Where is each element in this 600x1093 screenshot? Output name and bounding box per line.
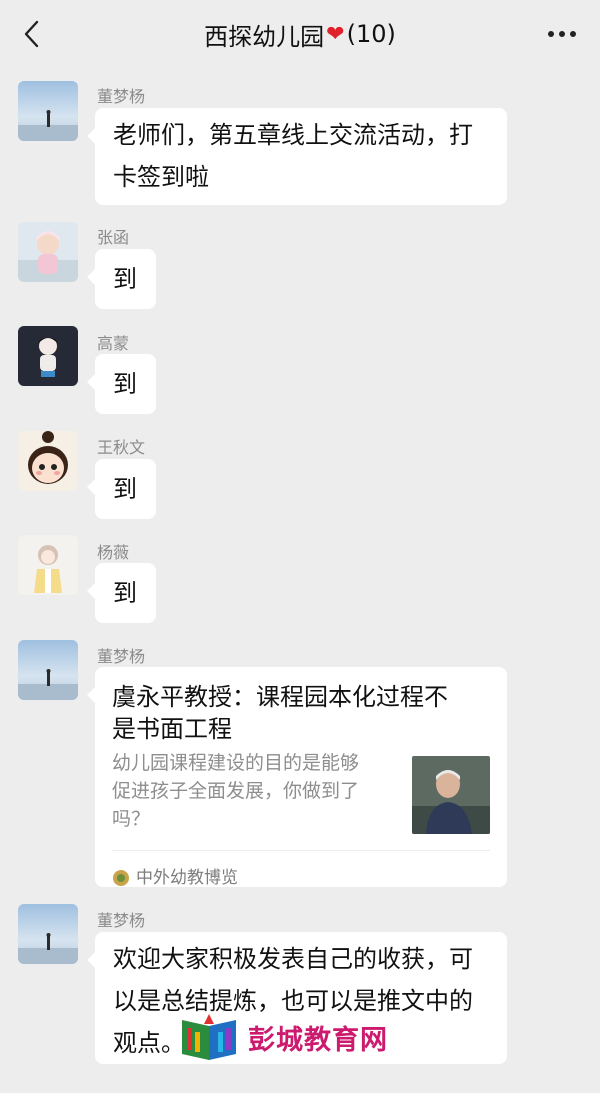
group-name: 西探幼儿园 — [204, 22, 325, 51]
message-text-line: 老师们，第五章线上交流活动，打 — [113, 121, 473, 149]
watermark-text: 彭城教育网 — [248, 1024, 388, 1056]
back-button[interactable] — [16, 18, 46, 50]
avatar[interactable] — [18, 640, 78, 700]
sender-name: 董梦杨 — [97, 647, 146, 666]
article-title: 是书面工程 — [112, 715, 232, 743]
message-text: 到 — [113, 579, 137, 607]
sender-name: 王秋文 — [97, 438, 146, 457]
message-text-line: 欢迎大家积极发表自己的收获，可 — [113, 945, 473, 973]
sender-name: 杨薇 — [97, 543, 130, 562]
sender-name: 张函 — [97, 228, 130, 247]
article-description: 促进孩子全面发展，你做到了 — [112, 780, 360, 802]
article-description: 吗？ — [112, 808, 151, 830]
message-bubble[interactable]: 到 — [87, 354, 156, 414]
heart-icon: ❤ — [326, 21, 345, 47]
article-source: 中外幼教博览 — [112, 857, 238, 899]
message-text: 到 — [113, 475, 137, 503]
article-title: 虞永平教授：课程园本化过程不 — [112, 683, 448, 711]
message-text: 到 — [113, 370, 137, 398]
message-text: 到 — [113, 265, 137, 293]
message-bubble[interactable]: 老师们，第五章线上交流活动，打 卡签到啦 — [87, 108, 507, 205]
avatar[interactable] — [18, 222, 78, 282]
avatar[interactable] — [18, 81, 78, 141]
article-card[interactable]: 虞永平教授：课程园本化过程不 是书面工程 幼儿园课程建设的目的是能够 促进孩子全… — [87, 667, 507, 888]
message-bubble[interactable]: 到 — [87, 459, 156, 519]
sender-name: 董梦杨 — [97, 87, 146, 106]
member-count: (10) — [346, 20, 396, 48]
message-bubble[interactable]: 到 — [87, 563, 156, 623]
site-watermark: 彭城教育网 — [178, 1012, 388, 1062]
chevron-left-icon — [24, 20, 39, 48]
avatar[interactable] — [18, 904, 78, 964]
avatar[interactable] — [18, 431, 78, 491]
more-dots-icon — [548, 31, 576, 37]
more-options-button[interactable] — [542, 20, 582, 48]
card-divider — [112, 850, 490, 851]
avatar[interactable] — [18, 535, 78, 595]
sender-name: 董梦杨 — [97, 911, 146, 930]
source-logo-icon — [113, 870, 129, 886]
article-description: 幼儿园课程建设的目的是能够 — [112, 752, 360, 774]
avatar[interactable] — [18, 326, 78, 386]
article-thumbnail — [412, 756, 490, 834]
source-name: 中外幼教博览 — [136, 868, 238, 888]
sender-name: 高蒙 — [97, 334, 130, 353]
message-bubble[interactable]: 到 — [87, 249, 156, 309]
chat-header: 西探幼儿园 ❤ (10) — [0, 0, 600, 68]
chat-title: 西探幼儿园 ❤ (10) — [204, 17, 396, 52]
book-logo-icon — [182, 1014, 236, 1060]
message-text-line: 卡签到啦 — [113, 163, 209, 191]
